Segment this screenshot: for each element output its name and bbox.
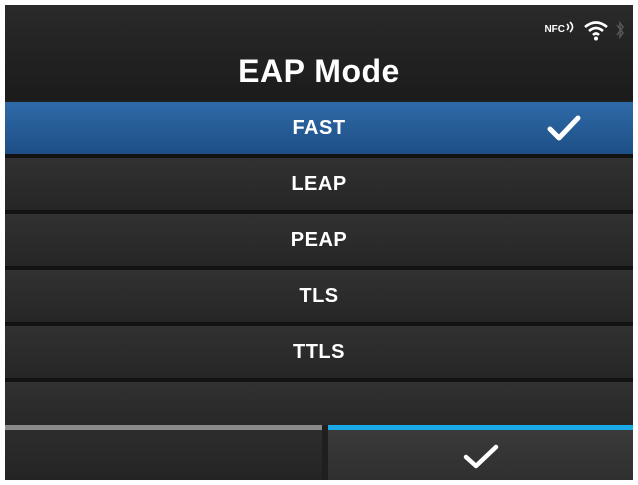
printer-display: NFC EAP Mode FAST LEAP PEAP TLS TTLS	[5, 5, 633, 480]
nfc-waves-icon	[566, 21, 574, 33]
option-tls[interactable]: TLS	[5, 270, 633, 326]
back-button[interactable]	[5, 425, 322, 480]
nfc-label: NFC	[544, 24, 565, 35]
confirm-button[interactable]	[328, 425, 633, 480]
option-label: FAST	[292, 116, 346, 139]
option-peap[interactable]: PEAP	[5, 214, 633, 270]
option-label: LEAP	[291, 172, 347, 195]
nfc-icon: NFC	[544, 19, 577, 35]
option-leap[interactable]: LEAP	[5, 158, 633, 214]
option-label: TTLS	[293, 340, 345, 363]
wifi-icon	[584, 21, 608, 41]
eap-mode-list: FAST LEAP PEAP TLS TTLS	[5, 102, 633, 438]
header-bar: NFC EAP Mode	[5, 5, 633, 100]
checkmark-icon	[547, 115, 581, 141]
option-label: PEAP	[290, 228, 348, 251]
footer-bar	[5, 425, 633, 480]
option-ttls[interactable]: TTLS	[5, 326, 633, 382]
option-fast[interactable]: FAST	[5, 102, 633, 158]
bluetooth-icon	[616, 20, 624, 40]
option-label: TLS	[299, 284, 339, 307]
status-icons: NFC	[544, 19, 625, 41]
page-title: EAP Mode	[238, 53, 400, 89]
checkmark-icon	[463, 444, 498, 469]
